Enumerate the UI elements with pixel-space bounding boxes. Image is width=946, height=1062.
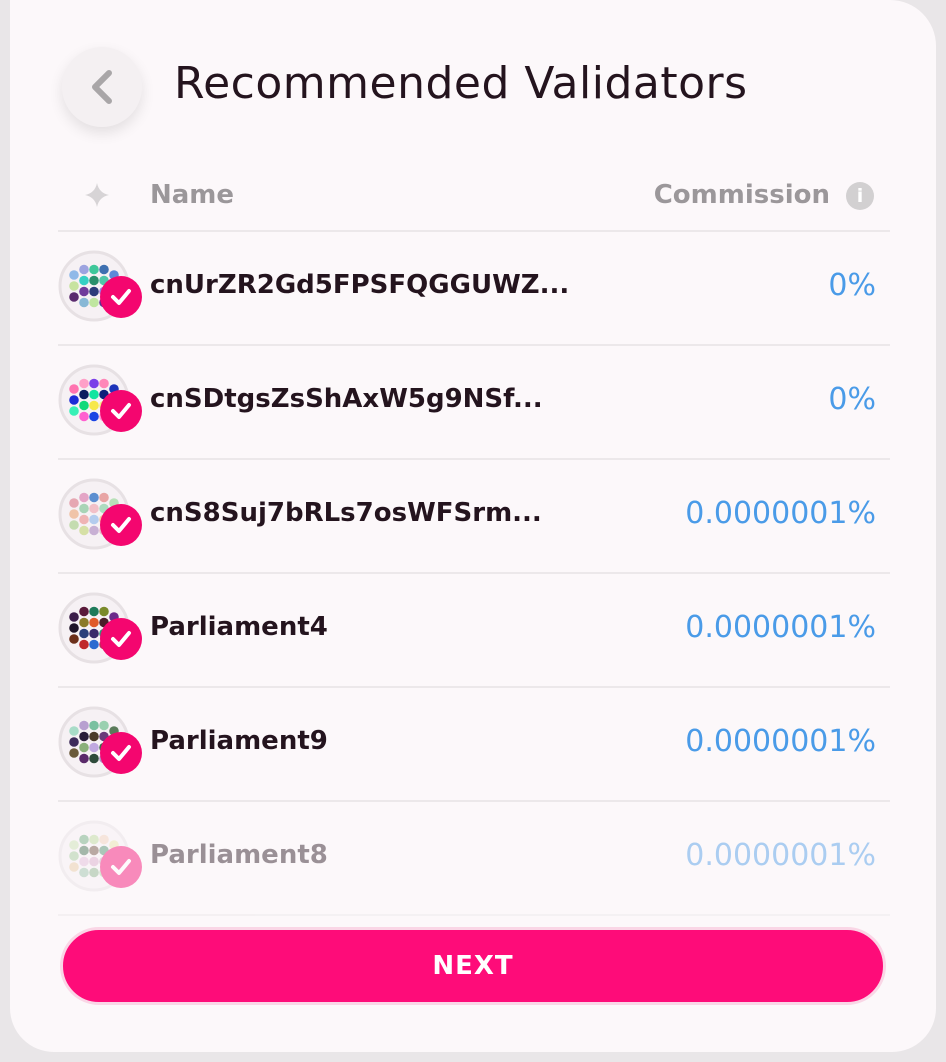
column-name-header[interactable]: Name	[150, 180, 234, 210]
sparkle-icon	[85, 183, 109, 207]
validator-selection-card: Recommended Validators Name Commission i…	[10, 0, 936, 1052]
checkmark-icon	[100, 276, 142, 318]
validator-commission: 0.0000001%	[685, 838, 876, 873]
validator-list: cnUrZR2Gd5FPSFQGGUWZ... 0% cnSDtgsZsShAx…	[58, 232, 890, 916]
next-button[interactable]: NEXT	[60, 927, 886, 1005]
validator-name: Parliament8	[150, 840, 328, 870]
validator-row[interactable]: cnSDtgsZsShAxW5g9NSf... 0%	[58, 346, 890, 460]
checkmark-icon	[100, 618, 142, 660]
info-icon[interactable]: i	[846, 182, 874, 210]
column-commission-header[interactable]: Commission	[654, 180, 830, 210]
chevron-left-icon	[92, 70, 112, 104]
validator-name: Parliament4	[150, 612, 328, 642]
validator-row[interactable]: cnUrZR2Gd5FPSFQGGUWZ... 0%	[58, 232, 890, 346]
validator-commission: 0%	[828, 382, 876, 417]
validator-name: cnUrZR2Gd5FPSFQGGUWZ...	[150, 270, 570, 300]
validator-row[interactable]: Parliament4 0.0000001%	[58, 574, 890, 688]
checkmark-icon	[100, 390, 142, 432]
validator-commission: 0.0000001%	[685, 724, 876, 759]
validator-row[interactable]: Parliament8 0.0000001%	[58, 802, 890, 916]
checkmark-icon	[100, 846, 142, 888]
validator-commission: 0%	[828, 268, 876, 303]
table-header: Name Commission i	[58, 170, 890, 232]
validator-name: Parliament9	[150, 726, 328, 756]
validator-name: cnS8Suj7bRLs7osWFSrm...	[150, 498, 542, 528]
checkmark-icon	[100, 504, 142, 546]
page-title: Recommended Validators	[174, 58, 748, 109]
checkmark-icon	[100, 732, 142, 774]
validator-name: cnSDtgsZsShAxW5g9NSf...	[150, 384, 543, 414]
validator-row[interactable]: Parliament9 0.0000001%	[58, 688, 890, 802]
back-button[interactable]	[62, 47, 142, 127]
validator-row[interactable]: cnS8Suj7bRLs7osWFSrm... 0.0000001%	[58, 460, 890, 574]
validator-commission: 0.0000001%	[685, 496, 876, 531]
validator-commission: 0.0000001%	[685, 610, 876, 645]
